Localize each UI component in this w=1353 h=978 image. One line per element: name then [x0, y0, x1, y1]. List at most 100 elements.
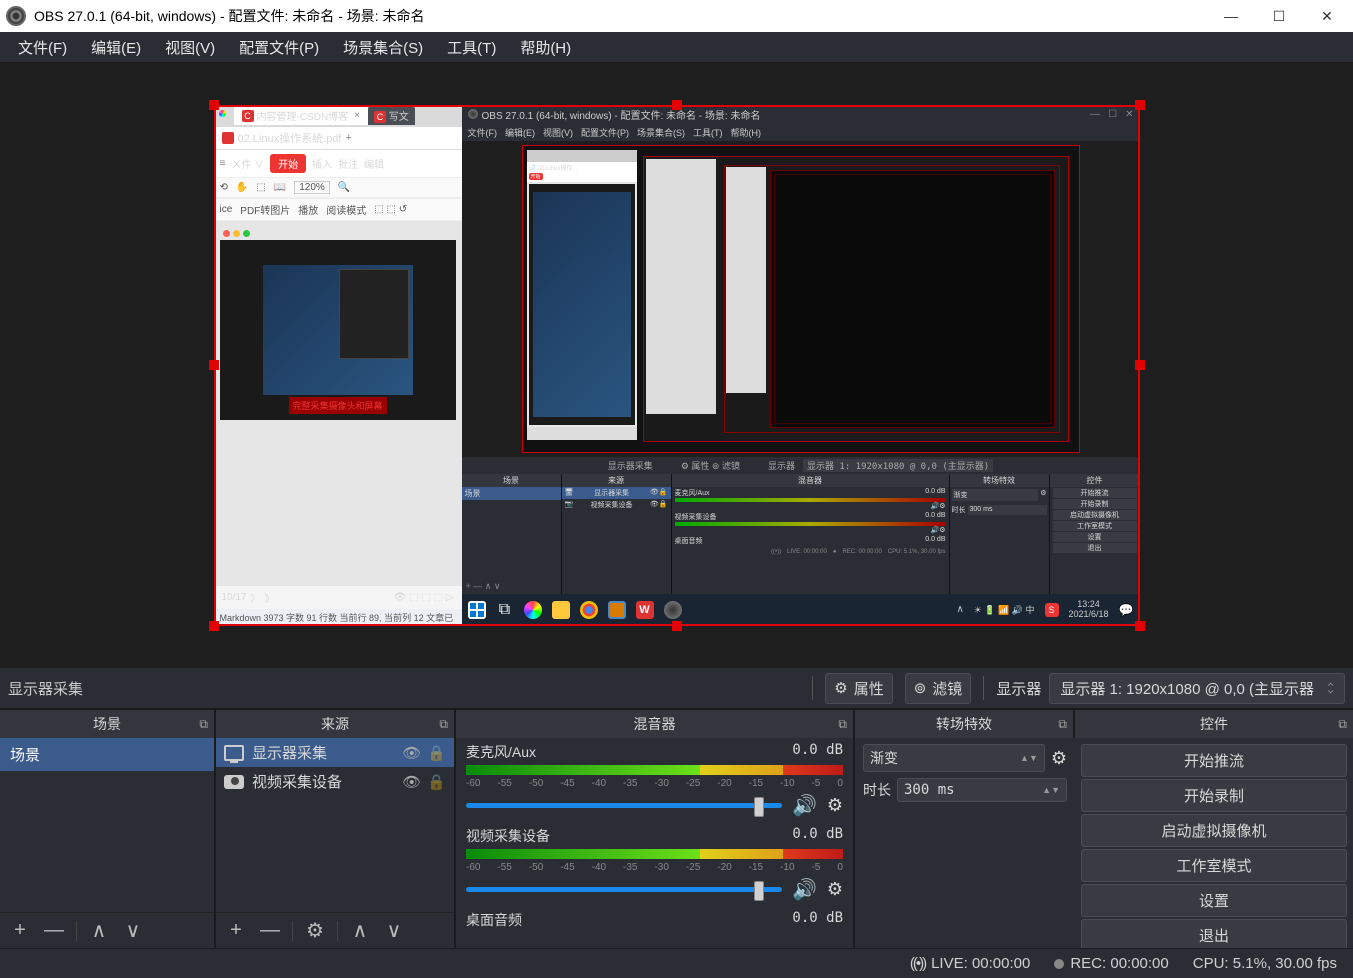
popout-icon[interactable]: ⧉ [838, 717, 847, 732]
record-dot-icon [1054, 959, 1064, 969]
source-item-camera[interactable]: 视频采集设备 👁🔒 [216, 767, 454, 796]
capture-taskbar-taskview-icon: ⧉ [496, 601, 514, 619]
capture-taskbar-explorer-icon [552, 601, 570, 619]
obs-logo-icon [6, 6, 26, 26]
minimize-button[interactable]: — [1219, 4, 1243, 28]
source-settings-button[interactable]: ⚙ [303, 918, 327, 943]
volume-slider[interactable] [466, 803, 782, 808]
start-stream-button[interactable]: 开始推流 [1081, 744, 1347, 777]
capture-obs-title: OBS 27.0.1 (64-bit, windows) - 配置文件: 未命名… [482, 107, 761, 122]
display-select-label: 显示器 [996, 678, 1041, 699]
transition-select[interactable]: 渐变▲▼ [863, 744, 1045, 772]
popout-icon[interactable]: ⧉ [1338, 717, 1347, 732]
filters-button[interactable]: ⊚ 滤镜 [905, 673, 972, 704]
popout-icon[interactable]: ⧉ [439, 717, 448, 732]
transitions-title: 转场特效 [936, 714, 992, 734]
preview-content[interactable]: C内容管理-CSDN博客× C 写文 02.Linux操作系统.pdf + ≡ … [214, 105, 1140, 626]
window-title: OBS 27.0.1 (64-bit, windows) - 配置文件: 未命名… [34, 6, 1219, 26]
lock-icon[interactable]: 🔒 [427, 773, 446, 791]
source-down-button[interactable]: ∨ [382, 918, 406, 943]
capture-taskbar-color-icon [524, 601, 542, 619]
capture-page-indicator: 10/17 [222, 592, 247, 603]
start-virtualcam-button[interactable]: 启动虚拟摄像机 [1081, 814, 1347, 847]
status-live: LIVE: 00:00:00 [931, 955, 1030, 972]
preview-area[interactable]: C内容管理-CSDN博客× C 写文 02.Linux操作系统.pdf + ≡ … [0, 62, 1353, 668]
source-item-display[interactable]: 显示器采集 👁🔒 [216, 738, 454, 767]
capture-taskbar-obs-icon [664, 601, 682, 619]
capture-browser-tab2: C 写文 [368, 106, 415, 125]
menu-tools[interactable]: 工具(T) [435, 33, 508, 62]
source-remove-button[interactable]: — [258, 919, 282, 942]
transitions-panel: 转场特效 ⧉ 渐变▲▼ ⚙ 时长 300 ms▲▼ [855, 710, 1075, 948]
capture-taskbar-windows-icon [468, 601, 486, 619]
status-cpu: CPU: 5.1%, 30.00 fps [1193, 955, 1337, 972]
menu-file[interactable]: 文件(F) [6, 33, 79, 62]
volume-slider[interactable] [466, 887, 782, 892]
mixer-channel-mic: 麦克风/Aux0.0 dB -60-55-50-45-40-35-30-25-2… [466, 742, 843, 818]
source-toolbar-label: 显示器采集 [8, 678, 83, 699]
capture-md-status: Markdown 3973 字数 91 行数 当前行 89, 当前列 12 文章… [214, 609, 462, 626]
display-select[interactable]: 显示器 1: 1920x1080 @ 0,0 (主显示器 [1049, 673, 1345, 704]
lock-icon[interactable]: 🔒 [427, 744, 446, 762]
mixer-channel-desktop: 桌面音频0.0 dB [466, 910, 843, 930]
source-toolbar: 显示器采集 ⚙ 属性 ⊚ 滤镜 显示器 显示器 1: 1920x1080 @ 0… [0, 668, 1353, 708]
capture-taskbar-vm-icon [608, 601, 626, 619]
gear-icon[interactable]: ⚙ [827, 879, 843, 900]
menubar: 文件(F) 编辑(E) 视图(V) 配置文件(P) 场景集合(S) 工具(T) … [0, 32, 1353, 62]
menu-help[interactable]: 帮助(H) [508, 33, 583, 62]
capture-browser-tab: C内容管理-CSDN博客× [234, 106, 369, 125]
scene-down-button[interactable]: ∨ [121, 918, 145, 943]
capture-taskbar-wps-icon: W [636, 601, 654, 619]
mixer-title: 混音器 [634, 714, 676, 734]
capture-taskbar-chrome-icon [580, 601, 598, 619]
start-record-button[interactable]: 开始录制 [1081, 779, 1347, 812]
studio-mode-button[interactable]: 工作室模式 [1081, 849, 1347, 882]
close-button[interactable]: ✕ [1315, 4, 1339, 28]
eye-icon[interactable]: 👁 [402, 773, 421, 791]
gear-icon[interactable]: ⚙ [1051, 748, 1067, 769]
broadcast-icon [910, 955, 925, 972]
gear-icon: ⚙ [834, 679, 847, 697]
settings-button[interactable]: 设置 [1081, 884, 1347, 917]
duration-input[interactable]: 300 ms▲▼ [897, 778, 1067, 802]
status-rec: REC: 00:00:00 [1070, 955, 1168, 972]
sources-title: 来源 [321, 714, 349, 734]
bottom-panels: 场景⧉ 场景 + — ∧ ∨ 来源⧉ 显示器采集 👁🔒 视频采集设备 👁🔒 [0, 708, 1353, 948]
menu-profile[interactable]: 配置文件(P) [227, 33, 331, 62]
controls-panel: 控件 ⧉ 开始推流 开始录制 启动虚拟摄像机 工作室模式 设置 退出 [1075, 710, 1353, 948]
popout-icon[interactable]: ⧉ [1058, 717, 1067, 732]
speaker-icon[interactable]: 🔊 [792, 793, 817, 818]
scene-add-button[interactable]: + [8, 919, 32, 942]
maximize-button[interactable]: ☐ [1267, 4, 1291, 28]
properties-button[interactable]: ⚙ 属性 [825, 673, 892, 704]
gear-icon[interactable]: ⚙ [827, 795, 843, 816]
exit-button[interactable]: 退出 [1081, 919, 1347, 948]
eye-icon[interactable]: 👁 [402, 744, 421, 762]
capture-slide-title: 完整采集摄像头和屏幕 [288, 397, 386, 414]
filter-icon: ⊚ [914, 679, 927, 697]
camera-icon [224, 775, 244, 789]
mixer-channel-video: 视频采集设备0.0 dB -60-55-50-45-40-35-30-25-20… [466, 826, 843, 902]
scenes-title: 场景 [93, 714, 121, 734]
mixer-panel: 混音器 ⧉ 麦克风/Aux0.0 dB -60-55-50-45-40-35-30… [456, 710, 855, 948]
menu-view[interactable]: 视图(V) [153, 33, 227, 62]
duration-label: 时长 [863, 780, 891, 800]
scene-remove-button[interactable]: — [42, 919, 66, 942]
menu-scene-collection[interactable]: 场景集合(S) [331, 33, 435, 62]
capture-start-btn: 开始 [270, 154, 306, 173]
source-add-button[interactable]: + [224, 919, 248, 942]
capture-taskbar-date: 2021/6/18 [1069, 610, 1109, 620]
window-titlebar: OBS 27.0.1 (64-bit, windows) - 配置文件: 未命名… [0, 0, 1353, 32]
statusbar: LIVE: 00:00:00 REC: 00:00:00 CPU: 5.1%, … [0, 948, 1353, 978]
controls-title: 控件 [1200, 714, 1228, 734]
menu-edit[interactable]: 编辑(E) [79, 33, 153, 62]
scene-up-button[interactable]: ∧ [87, 918, 111, 943]
sources-panel: 来源⧉ 显示器采集 👁🔒 视频采集设备 👁🔒 + — ⚙ ∧ ∨ [216, 710, 456, 948]
scene-item[interactable]: 场景 [0, 738, 214, 771]
monitor-icon [224, 745, 244, 761]
speaker-icon[interactable]: 🔊 [792, 877, 817, 902]
source-up-button[interactable]: ∧ [348, 918, 372, 943]
capture-pdf-name: 02.Linux操作系统.pdf [238, 130, 342, 146]
popout-icon[interactable]: ⧉ [199, 717, 208, 732]
scenes-panel: 场景 ⧉ 场景 + — ∧ ∨ [0, 710, 216, 948]
